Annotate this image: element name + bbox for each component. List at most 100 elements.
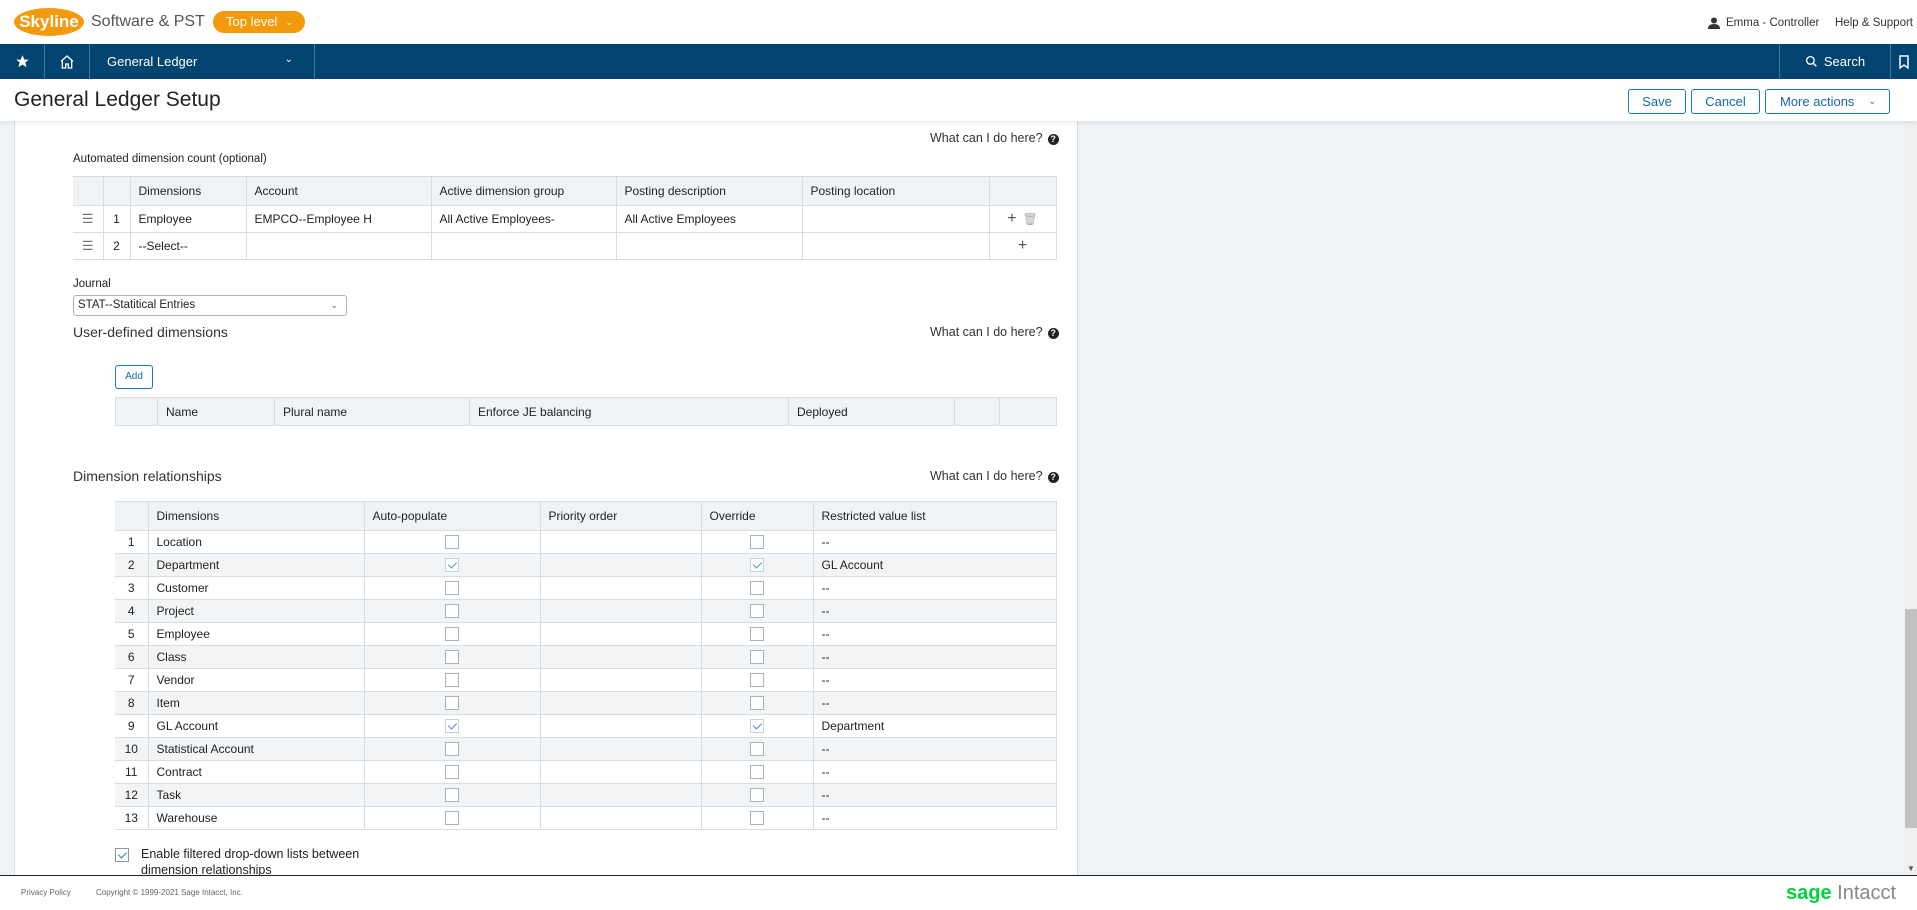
override-checkbox[interactable] xyxy=(750,604,764,619)
bookmark-button[interactable] xyxy=(1891,44,1917,79)
posting-location-field[interactable] xyxy=(801,205,990,233)
restricted-value-list[interactable]: -- xyxy=(812,760,1057,784)
restricted-value-list[interactable]: -- xyxy=(812,645,1057,669)
priority-order-field[interactable] xyxy=(539,576,702,600)
account-field[interactable] xyxy=(245,232,432,260)
override-checkbox[interactable] xyxy=(750,627,764,642)
home-icon xyxy=(60,54,74,69)
restricted-value-list[interactable]: Department xyxy=(812,714,1057,738)
dimension-name: Vendor xyxy=(147,668,365,692)
more-actions-button[interactable]: More actions ⌄ xyxy=(1765,89,1890,114)
add-row-icon[interactable]: + xyxy=(1007,210,1016,227)
priority-order-field[interactable] xyxy=(539,714,702,738)
question-icon: ? xyxy=(1047,328,1059,339)
override-checkbox[interactable] xyxy=(750,650,764,665)
restricted-value-list[interactable]: -- xyxy=(812,599,1057,623)
override-checkbox[interactable] xyxy=(750,558,764,573)
priority-order-field[interactable] xyxy=(539,530,702,554)
override-checkbox[interactable] xyxy=(750,765,764,780)
add-dimension-button[interactable]: Add xyxy=(115,365,153,389)
restricted-value-list[interactable]: -- xyxy=(812,576,1057,600)
enable-filtered-checkbox[interactable] xyxy=(115,848,129,862)
help-support-link[interactable]: Help & Support xyxy=(1835,17,1913,29)
company-logo[interactable]: Skyline xyxy=(14,8,84,36)
dimension-name: Item xyxy=(147,691,365,715)
page-scrollbar[interactable]: ▲ ▼ xyxy=(1905,79,1917,875)
override-checkbox[interactable] xyxy=(750,696,764,711)
auto-populate-checkbox[interactable] xyxy=(445,627,459,642)
home-button[interactable] xyxy=(45,44,90,79)
save-button[interactable]: Save xyxy=(1628,89,1686,114)
override-checkbox[interactable] xyxy=(750,673,764,688)
entity-level-dropdown[interactable]: Top level ⌄ xyxy=(213,11,305,33)
priority-order-field[interactable] xyxy=(539,553,702,577)
priority-order-field[interactable] xyxy=(539,599,702,623)
scrollbar-thumb[interactable] xyxy=(1905,609,1917,828)
table-row: 4 Project -- xyxy=(115,599,1057,623)
dimension-name: GL Account xyxy=(147,714,365,738)
search-button[interactable]: Search xyxy=(1779,44,1891,79)
auto-populate-checkbox[interactable] xyxy=(445,719,459,734)
drag-handle-icon[interactable]: ☰ xyxy=(73,232,104,260)
auto-populate-checkbox[interactable] xyxy=(445,581,459,596)
priority-order-field[interactable] xyxy=(539,645,702,669)
restricted-value-list[interactable]: -- xyxy=(812,622,1057,646)
trash-icon[interactable]: 🗑 xyxy=(1023,212,1038,226)
privacy-policy-link[interactable]: Privacy Policy xyxy=(21,888,71,897)
override-checkbox[interactable] xyxy=(750,811,764,826)
restricted-value-list[interactable]: -- xyxy=(812,668,1057,692)
auto-populate-checkbox[interactable] xyxy=(445,742,459,757)
user-menu[interactable]: Emma - Controller xyxy=(1708,17,1819,29)
override-checkbox[interactable] xyxy=(750,788,764,803)
restricted-value-list[interactable]: -- xyxy=(812,737,1057,761)
user-icon xyxy=(1708,17,1720,29)
account-field[interactable]: EMPCO--Employee H xyxy=(245,205,432,233)
auto-populate-checkbox[interactable] xyxy=(445,765,459,780)
priority-order-field[interactable] xyxy=(539,806,702,830)
drag-handle-icon[interactable]: ☰ xyxy=(73,205,104,233)
override-checkbox[interactable] xyxy=(750,742,764,757)
priority-order-field[interactable] xyxy=(539,668,702,692)
priority-order-field[interactable] xyxy=(539,783,702,807)
auto-populate-checkbox[interactable] xyxy=(445,788,459,803)
override-checkbox[interactable] xyxy=(750,581,764,596)
auto-populate-checkbox[interactable] xyxy=(445,696,459,711)
help-link[interactable]: What can I do here?? xyxy=(930,469,1059,483)
override-checkbox[interactable] xyxy=(750,719,764,734)
dimension-group-field[interactable] xyxy=(430,232,617,260)
dimension-select[interactable]: --Select-- xyxy=(129,232,247,260)
priority-order-field[interactable] xyxy=(539,622,702,646)
auto-populate-cell xyxy=(363,737,541,761)
restricted-value-list[interactable]: -- xyxy=(812,783,1057,807)
posting-description-field[interactable] xyxy=(615,232,803,260)
restricted-value-list[interactable]: -- xyxy=(812,691,1057,715)
posting-location-field[interactable] xyxy=(801,232,990,260)
auto-populate-checkbox[interactable] xyxy=(445,558,459,573)
restricted-value-list[interactable]: -- xyxy=(812,530,1057,554)
priority-order-field[interactable] xyxy=(539,691,702,715)
auto-populate-checkbox[interactable] xyxy=(445,604,459,619)
auto-populate-checkbox[interactable] xyxy=(445,673,459,688)
favorites-button[interactable] xyxy=(0,44,45,79)
add-row-icon[interactable]: + xyxy=(1018,237,1027,254)
journal-select[interactable]: STAT--Statitical Entries ⌄ xyxy=(73,295,347,316)
help-link[interactable]: What can I do here?? xyxy=(930,325,1059,339)
udd-title: User-defined dimensions xyxy=(73,324,228,340)
cancel-button[interactable]: Cancel xyxy=(1691,89,1760,114)
auto-populate-checkbox[interactable] xyxy=(445,535,459,550)
scroll-down-icon[interactable]: ▼ xyxy=(1907,864,1915,873)
restricted-value-list[interactable]: GL Account xyxy=(812,553,1057,577)
priority-order-field[interactable] xyxy=(539,737,702,761)
restricted-value-list[interactable]: -- xyxy=(812,806,1057,830)
module-menu[interactable]: General Ledger ⌄ xyxy=(90,44,315,79)
help-link[interactable]: What can I do here?? xyxy=(930,131,1059,145)
dimension-group-field[interactable]: All Active Employees- xyxy=(430,205,617,233)
priority-order-field[interactable] xyxy=(539,760,702,784)
auto-populate-checkbox[interactable] xyxy=(445,650,459,665)
enable-filtered-lists[interactable]: Enable filtered drop-down lists between … xyxy=(115,846,375,875)
override-checkbox[interactable] xyxy=(750,535,764,550)
posting-description-field[interactable]: All Active Employees xyxy=(615,205,803,233)
auto-populate-checkbox[interactable] xyxy=(445,811,459,826)
dimension-select[interactable]: Employee xyxy=(129,205,247,233)
override-cell xyxy=(700,806,814,830)
